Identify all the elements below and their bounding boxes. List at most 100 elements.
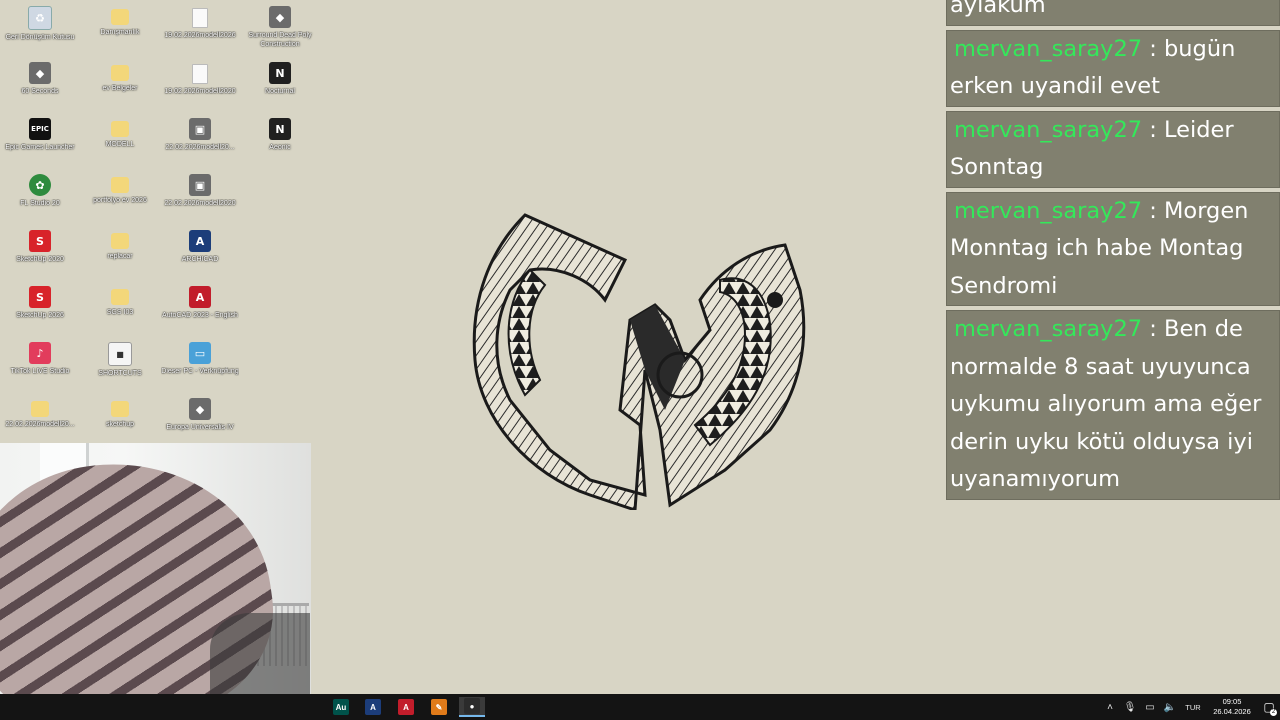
desktop-icon-label: AutoCAD 2023 - English (162, 312, 238, 319)
taskbar-app-obs[interactable]: ● (459, 697, 485, 717)
chat-message: mervan_saray27 : Leider Sonntag (946, 110, 1280, 188)
clock-date: 26.04.2026 (1213, 707, 1251, 716)
desktop-icon[interactable]: replacar (80, 224, 160, 278)
audition-icon: Au (333, 699, 349, 715)
desktop-icon[interactable]: S SketchUp 2020 (0, 224, 80, 278)
desktop-icon[interactable]: sketchup (80, 392, 160, 446)
desktop-icon-label: 22.02.2026modell20... (5, 421, 75, 428)
chat-separator: : (1142, 197, 1165, 224)
desktop-icon[interactable]: 19.02.2026modell2020 (160, 56, 240, 110)
game-icon: ◆ (269, 6, 291, 28)
desktop-icon-grid: ♻ Geri Dönüşüm Kutusu Danışmanlık 19.02.202… (0, 0, 320, 440)
notification-center-button[interactable]: ▢ 2 (1258, 694, 1280, 720)
language-indicator[interactable]: TUR (1183, 700, 1203, 714)
app-icon: N (269, 62, 291, 84)
desktop-icon-label: Surround Dead Poly Construction (248, 32, 312, 48)
desktop-icon[interactable]: portfolyo ev 2026 (80, 168, 160, 222)
archicad-icon: A (365, 699, 381, 715)
taskbar-app-archicad[interactable]: A (360, 697, 386, 717)
desktop-icon-label: SketchUp 2020 (16, 256, 64, 263)
desktop-icon[interactable]: ev Belgeler (80, 56, 160, 110)
desktop-icon-label: 19.02.2026modell2020 (164, 88, 236, 95)
chevron-up-icon[interactable]: ˄ (1103, 700, 1117, 714)
desktop-icon-label: 22.02.2026modell2020 (164, 200, 236, 207)
desktop-icon-label: Dieser PC - Verknüpfung (161, 368, 239, 375)
taskbar-app-sketchup[interactable]: ✎ (426, 697, 452, 717)
fl-studio-icon: ✿ (29, 174, 51, 196)
game-icon: ◆ (29, 62, 51, 84)
desktop-icon[interactable]: SGS İ03 (80, 280, 160, 334)
volume-icon[interactable]: 🔈 (1163, 700, 1177, 714)
desktop-icon-label: Nocturnal (265, 88, 295, 95)
desktop-icon-label: TikTok LIVE Studio (10, 368, 70, 375)
folder-icon (111, 177, 129, 193)
network-icon[interactable]: ▭ (1143, 700, 1157, 714)
chat-message: aylakum (946, 0, 1280, 26)
folder-icon (111, 121, 129, 137)
desktop-icon-label: Geri Dönüşüm Kutusu (5, 34, 75, 41)
system-tray: ˄ 🎙 ▭ 🔈 TUR 09:05 26.04.2026 ▢ 2 (1100, 694, 1280, 720)
desktop-icon-label: Danışmanlık (100, 29, 140, 36)
desktop-icon[interactable]: ♪ TikTok LIVE Studio (0, 336, 80, 390)
image-icon: ▣ (189, 174, 211, 196)
desktop-icon-label: FL Studio 20 (20, 200, 60, 207)
desktop-icon-label: Aeonic (269, 144, 291, 151)
file-icon (192, 8, 208, 28)
folder-icon (31, 401, 49, 417)
autocad-icon: A (398, 699, 414, 715)
desktop-icon[interactable]: 19.02.2026modell2026 (160, 0, 240, 54)
desktop-icon-label: SGS İ03 (106, 309, 134, 316)
desktop-icon-label: ARCHICAD (181, 256, 219, 263)
desktop-icon[interactable]: A ARCHICAD (160, 224, 240, 278)
desktop-icon[interactable]: Danışmanlık (80, 0, 160, 54)
desktop-icon-label: 60 Seconds (21, 88, 59, 95)
autocad-icon: A (189, 286, 211, 308)
app-icon: N (269, 118, 291, 140)
desktop-icon-label: Epic Games Launcher (5, 144, 75, 151)
desktop-icon[interactable]: S SketchUp 2026 (0, 280, 80, 334)
folder-icon (111, 233, 129, 249)
desktop-icon[interactable]: ◆ Surround Dead Poly Construction (240, 0, 320, 54)
desktop-icon[interactable]: ✿ FL Studio 20 (0, 168, 80, 222)
this-pc-icon: ▭ (189, 342, 211, 364)
chat-message: mervan_saray27 : bugün erken uyandil eve… (946, 29, 1280, 107)
taskbar-app-audition[interactable]: Au (328, 697, 354, 717)
desktop-icon[interactable]: N Aeonic (240, 112, 320, 166)
chat-username: mervan_saray27 (954, 197, 1143, 224)
taskbar-app-autocad[interactable]: A (393, 697, 419, 717)
recycle-bin-icon: ♻ (28, 6, 52, 30)
webcam-overlay (0, 443, 311, 694)
desktop-icon[interactable]: A AutoCAD 2023 - English (160, 280, 240, 334)
desktop-icon-label: SHORTCUTS (98, 370, 142, 377)
clock[interactable]: 09:05 26.04.2026 (1210, 697, 1254, 717)
tiktok-icon: ♪ (29, 342, 51, 364)
desktop-icon[interactable]: ■ SHORTCUTS (80, 336, 160, 390)
microphone-icon[interactable]: 🎙 (1123, 700, 1137, 714)
desktop-icon-label: MODELL (105, 141, 135, 148)
folder-icon (111, 401, 129, 417)
desktop-icon[interactable]: ♻ Geri Dönüşüm Kutusu (0, 0, 80, 54)
desktop-icon-label: 19.02.2026modell2026 (164, 32, 236, 39)
chat-message: mervan_saray27 : Morgen Monntag ich habe… (946, 191, 1280, 306)
desktop-icon[interactable]: N Nocturnal (240, 56, 320, 110)
sketchup-icon: S (29, 230, 51, 252)
desktop-icon[interactable]: ▣ 22.02.2026modell2020 (160, 168, 240, 222)
game-icon: ◆ (189, 398, 211, 420)
obs-icon: ● (464, 698, 480, 714)
desktop-icon[interactable]: ▣ 22.02.2026modell20... (160, 112, 240, 166)
desktop-icon-label: SketchUp 2026 (16, 312, 64, 319)
desktop-icon-label: replacar (107, 253, 133, 260)
chat-separator: : (1142, 116, 1165, 143)
desktop-icon[interactable]: EPIC Epic Games Launcher (0, 112, 80, 166)
desktop-icon[interactable]: ◆ Europa Universalis IV (160, 392, 240, 446)
folder-icon (111, 9, 129, 25)
desktop-icon-label: sketchup (105, 421, 135, 428)
desktop-icon[interactable]: ▭ Dieser PC - Verknüpfung (160, 336, 240, 390)
chat-username: mervan_saray27 (954, 116, 1143, 143)
desktop-icon[interactable]: 22.02.2026modell20... (0, 392, 80, 446)
archicad-icon: A (189, 230, 211, 252)
desktop-icon[interactable]: MODELL (80, 112, 160, 166)
desktop-icon[interactable]: ◆ 60 Seconds (0, 56, 80, 110)
chat-overlay: aylakum mervan_saray27 : bugün erken uyan… (946, 0, 1280, 504)
clock-time: 09:05 (1222, 697, 1242, 706)
